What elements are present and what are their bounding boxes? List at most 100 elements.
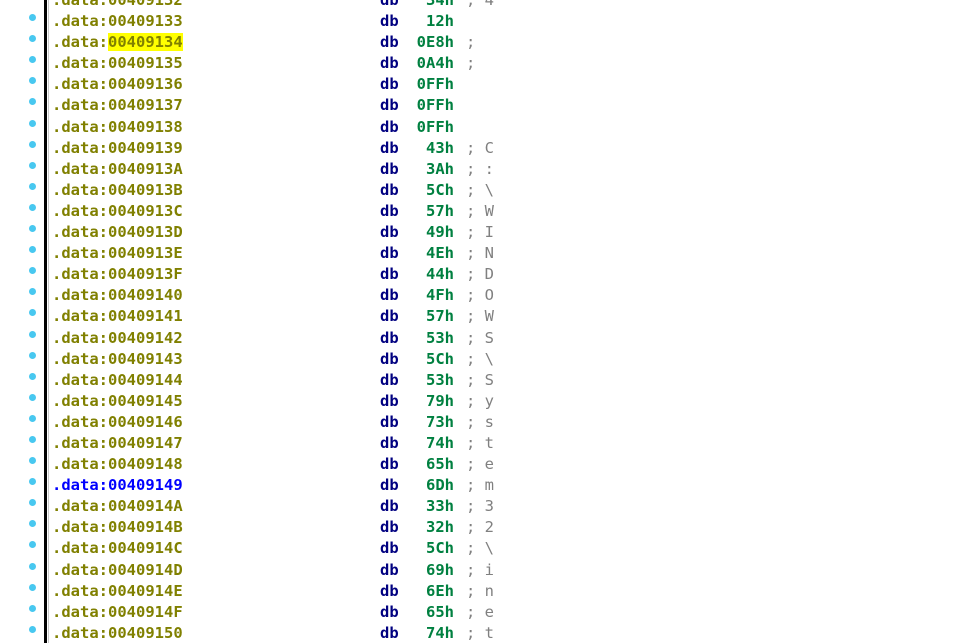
listing-row[interactable]: .data:0040913C db 57h ; W [0, 201, 977, 222]
address[interactable]: .data:0040913A [52, 159, 183, 180]
breakpoint-dot-icon[interactable] [29, 119, 36, 127]
address[interactable]: .data:00409133 [52, 11, 183, 32]
address[interactable]: .data:0040913C [52, 201, 183, 222]
listing-row[interactable]: .data:0040914F db 65h ; e [0, 602, 977, 623]
address[interactable]: .data:00409144 [52, 370, 183, 391]
address[interactable]: .data:0040914A [52, 496, 183, 517]
listing-row[interactable]: .data:00409137 db 0FFh [0, 95, 977, 116]
operand-value: 57h [426, 201, 454, 220]
breakpoint-dot-icon[interactable] [29, 98, 36, 106]
breakpoint-dot-icon[interactable] [29, 330, 36, 338]
comment: ; : [466, 159, 494, 178]
breakpoint-dot-icon[interactable] [29, 499, 36, 507]
listing-row[interactable]: .data:00409147 db 74h ; t [0, 433, 977, 454]
listing-row[interactable]: .data:00409135 db 0A4h; [0, 53, 977, 74]
breakpoint-dot-icon[interactable] [29, 77, 36, 85]
comment: ; 2 [466, 518, 494, 537]
breakpoint-dot-icon[interactable] [29, 478, 36, 486]
address[interactable]: .data:00409139 [52, 138, 183, 159]
breakpoint-dot-icon[interactable] [29, 414, 36, 422]
breakpoint-dot-icon[interactable] [29, 351, 36, 359]
listing-row[interactable]: .data:0040913A db 3Ah ; : [0, 159, 977, 180]
address-offset: 0040913C [108, 201, 183, 220]
address[interactable]: .data:00409149 [52, 475, 183, 496]
address[interactable]: .data:00409140 [52, 285, 183, 306]
breakpoint-dot-icon[interactable] [29, 604, 36, 612]
listing-row[interactable]: .data:0040914C db 5Ch ; \ [0, 538, 977, 559]
address[interactable]: .data:00409142 [52, 328, 183, 349]
address[interactable]: .data:0040914B [52, 517, 183, 538]
breakpoint-dot-icon[interactable] [29, 225, 36, 233]
breakpoint-dot-icon[interactable] [29, 562, 36, 570]
listing-row[interactable]: .data:00409133 db 12h [0, 11, 977, 32]
address[interactable]: .data:00409132 [52, 0, 183, 11]
breakpoint-dot-icon[interactable] [29, 246, 36, 254]
breakpoint-dot-icon[interactable] [29, 35, 36, 43]
breakpoint-dot-icon[interactable] [29, 393, 36, 401]
breakpoint-dot-icon[interactable] [29, 541, 36, 549]
breakpoint-dot-icon[interactable] [29, 288, 36, 296]
address[interactable]: .data:0040914E [52, 581, 183, 602]
listing-row[interactable]: .data:0040913F db 44h ; D [0, 264, 977, 285]
address[interactable]: .data:00409136 [52, 74, 183, 95]
listing-row[interactable]: .data:0040913D db 49h ; I [0, 222, 977, 243]
breakpoint-dot-icon[interactable] [29, 267, 36, 275]
listing-row[interactable]: .data:0040914A db 33h ; 3 [0, 496, 977, 517]
address[interactable]: .data:0040914C [52, 538, 183, 559]
address[interactable]: .data:00409145 [52, 391, 183, 412]
breakpoint-dot-icon[interactable] [29, 140, 36, 148]
listing-row[interactable]: .data:00409139 db 43h ; C [0, 138, 977, 159]
address[interactable]: .data:00409147 [52, 433, 183, 454]
listing-row[interactable]: .data:00409149 db 6Dh ; m [0, 475, 977, 496]
listing-row[interactable]: .data:00409140 db 4Fh ; O [0, 285, 977, 306]
listing-row[interactable]: .data:00409132 db 34h ; 4 [0, 0, 977, 11]
address-segment: .data: [52, 180, 108, 199]
breakpoint-dot-icon[interactable] [29, 56, 36, 64]
address[interactable]: .data:00409146 [52, 412, 183, 433]
address[interactable]: .data:0040913F [52, 264, 183, 285]
address[interactable]: .data:00409141 [52, 306, 183, 327]
listing-row[interactable]: .data:00409143 db 5Ch ; \ [0, 349, 977, 370]
listing-row[interactable]: .data:0040914B db 32h ; 2 [0, 517, 977, 538]
address[interactable]: .data:0040913E [52, 243, 183, 264]
breakpoint-dot-icon[interactable] [29, 435, 36, 443]
listing-row[interactable]: .data:0040914E db 6Eh ; n [0, 581, 977, 602]
address[interactable]: .data:00409135 [52, 53, 183, 74]
breakpoint-dot-icon[interactable] [29, 625, 36, 633]
breakpoint-dot-icon[interactable] [29, 14, 36, 22]
breakpoint-dot-icon[interactable] [29, 520, 36, 528]
breakpoint-dot-icon[interactable] [29, 161, 36, 169]
listing-row[interactable]: .data:0040913E db 4Eh ; N [0, 243, 977, 264]
address[interactable]: .data:0040914F [52, 602, 183, 623]
listing-row[interactable]: .data:00409150 db 74h ; t [0, 623, 977, 643]
address[interactable]: .data:00409137 [52, 95, 183, 116]
disassembly-view[interactable]: .data:00409132 db 34h; 4 .data:00409133 db 12… [0, 0, 977, 643]
listing-row[interactable]: .data:0040914D db 69h ; i [0, 560, 977, 581]
comment: ; n [466, 581, 494, 600]
listing-row[interactable]: .data:00409136 db 0FFh [0, 74, 977, 95]
breakpoint-dot-icon[interactable] [29, 457, 36, 465]
address[interactable]: .data:00409148 [52, 454, 183, 475]
listing-row[interactable]: .data:00409146 db 73h ; s [0, 412, 977, 433]
address[interactable]: .data:00409143 [52, 349, 183, 370]
listing-row[interactable]: .data:00409142 db 53h ; S [0, 328, 977, 349]
address[interactable]: .data:00409150 [52, 623, 183, 643]
breakpoint-dot-icon[interactable] [29, 309, 36, 317]
listing-row[interactable]: .data:00409145 db 79h ; y [0, 391, 977, 412]
address[interactable]: .data:00409138 [52, 117, 183, 138]
listing-row[interactable]: .data:00409138 db 0FFh [0, 117, 977, 138]
listing-row[interactable]: .data:00409148 db 65h ; e [0, 454, 977, 475]
address[interactable]: .data:00409134 [52, 32, 183, 53]
address-offset: 00409145 [108, 391, 183, 410]
address[interactable]: .data:0040914D [52, 560, 183, 581]
breakpoint-dot-icon[interactable] [29, 583, 36, 591]
breakpoint-dot-icon[interactable] [29, 203, 36, 211]
address[interactable]: .data:0040913D [52, 222, 183, 243]
breakpoint-dot-icon[interactable] [29, 182, 36, 190]
listing-row[interactable]: .data:00409141 db 57h ; W [0, 306, 977, 327]
listing-row[interactable]: .data:00409134 db 0E8h; [0, 32, 977, 53]
address[interactable]: .data:0040913B [52, 180, 183, 201]
listing-row[interactable]: .data:0040913B db 5Ch ; \ [0, 180, 977, 201]
breakpoint-dot-icon[interactable] [29, 372, 36, 380]
listing-row[interactable]: .data:00409144 db 53h ; S [0, 370, 977, 391]
